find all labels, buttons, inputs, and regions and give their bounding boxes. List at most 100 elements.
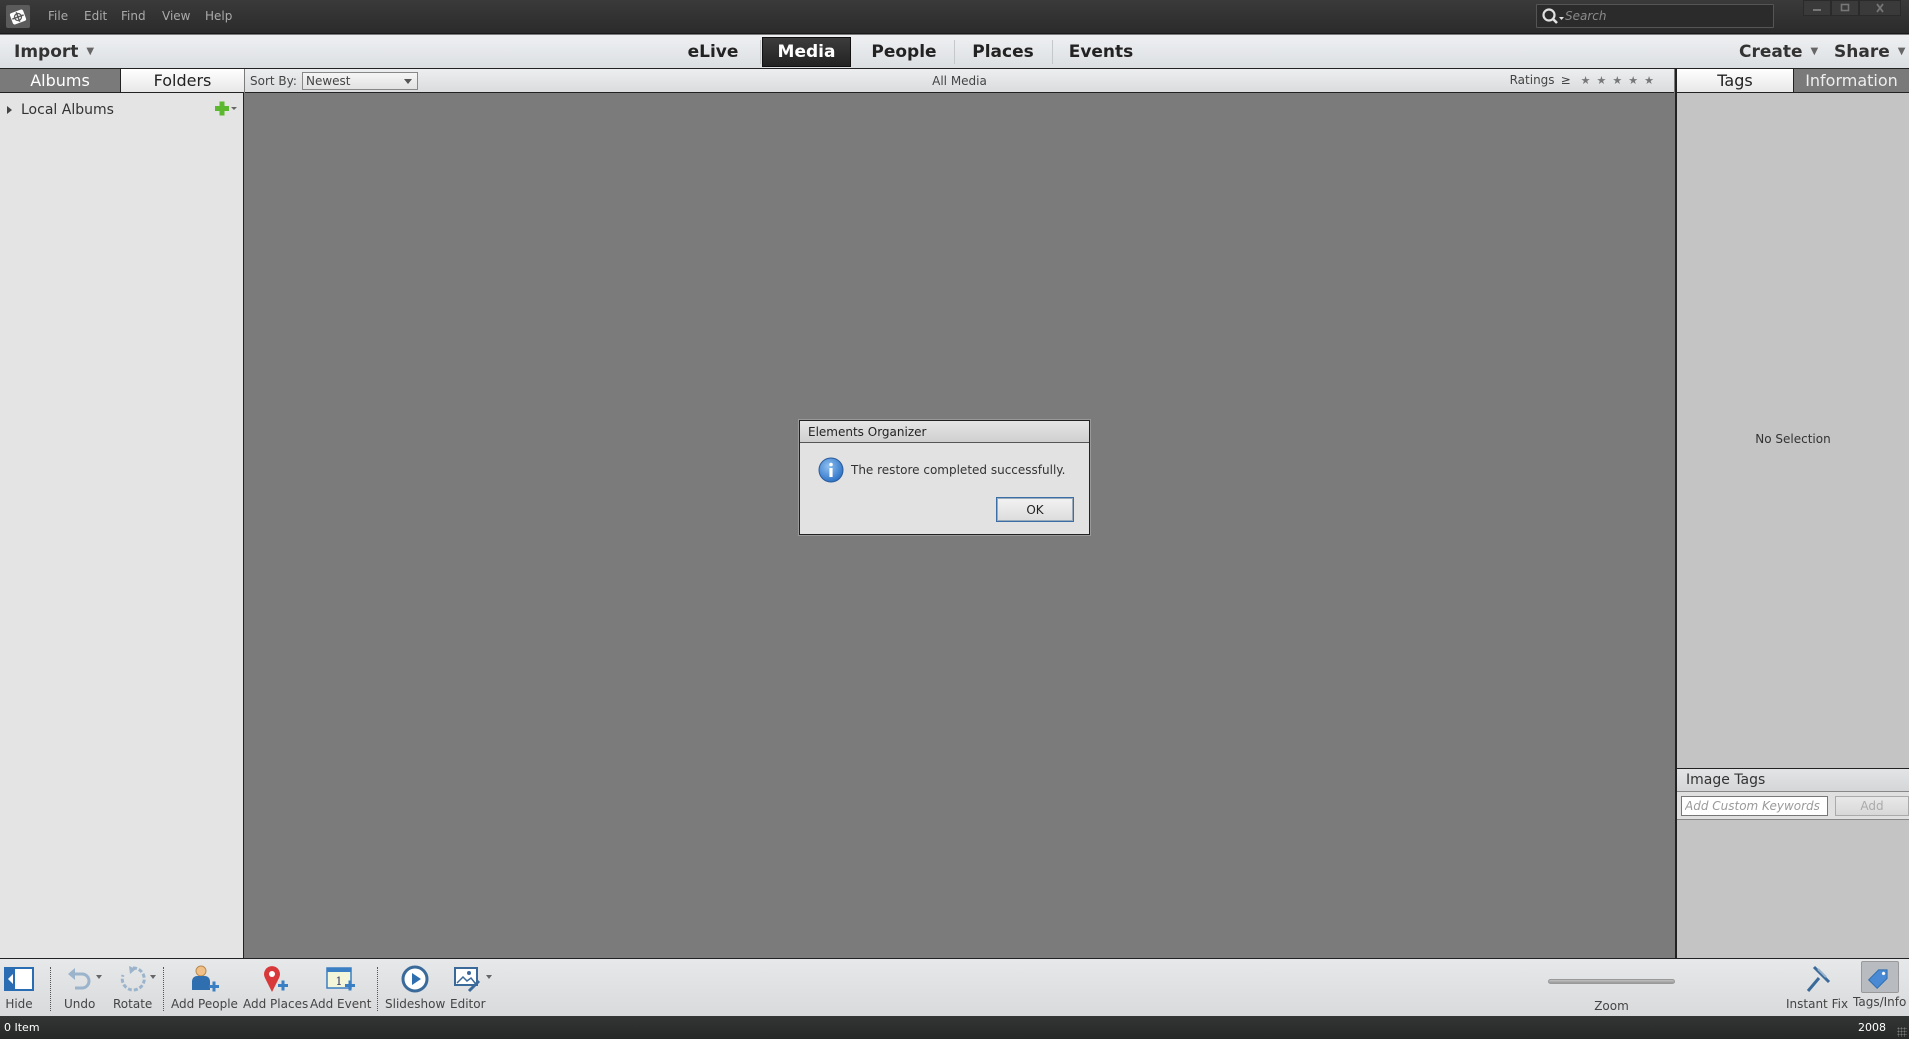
tree-item-label: Local Albums (21, 102, 114, 118)
ratings-filter: Ratings ≥ ★ ★ ★ ★ ★ (1510, 73, 1654, 87)
expand-triangle-icon[interactable] (7, 106, 12, 114)
toolbar-divider (163, 967, 164, 1011)
dialog-message: The restore completed successfully. (851, 463, 1066, 477)
rotate-label: Rotate (113, 997, 153, 1011)
elements-organizer-window: File Edit Find View Help Import ▼ eLive M… (0, 0, 1909, 1039)
info-panel: Tags Information No Selection Image Tags… (1675, 69, 1909, 958)
ratings-operator[interactable]: ≥ (1561, 73, 1571, 87)
tab-tags[interactable]: Tags (1677, 69, 1794, 93)
tab-media[interactable]: Media (762, 37, 851, 67)
nav-bar: Import ▼ eLive Media People Places Events… (0, 35, 1909, 69)
plus-icon (215, 101, 237, 116)
timeline-year: 2008 (1858, 1021, 1886, 1034)
close-button[interactable] (1859, 0, 1901, 16)
event-number: 1 (335, 975, 342, 988)
toolbar-divider (377, 967, 378, 1011)
tab-places[interactable]: Places (956, 37, 1050, 67)
maximize-button[interactable] (1831, 0, 1859, 16)
tab-events[interactable]: Events (1054, 37, 1148, 67)
tab-people[interactable]: People (857, 37, 951, 67)
add-event-button[interactable]: 1 Add Event (310, 963, 371, 1011)
star-icon[interactable]: ★ (1628, 74, 1638, 87)
add-people-icon (188, 963, 220, 995)
menu-file[interactable]: File (48, 9, 68, 23)
menu-view[interactable]: View (162, 9, 190, 23)
slideshow-label: Slideshow (385, 997, 446, 1011)
menu-find[interactable]: Find (121, 9, 146, 23)
share-label: Share (1834, 42, 1890, 62)
add-places-icon (261, 963, 291, 995)
custom-keywords-input[interactable] (1681, 796, 1828, 816)
menu-help[interactable]: Help (205, 9, 232, 23)
maximize-icon (1840, 3, 1850, 12)
star-icon[interactable]: ★ (1581, 74, 1591, 87)
zoom-label: Zoom (1594, 999, 1629, 1013)
resize-grip-icon[interactable] (1897, 1027, 1907, 1037)
zoom-slider[interactable] (1548, 979, 1675, 984)
add-people-button[interactable]: Add People (171, 963, 238, 1011)
editor-label: Editor (450, 997, 486, 1011)
instant-fix-button[interactable]: Instant Fix (1786, 963, 1848, 1011)
tree-item-local-albums[interactable]: Local Albums (5, 101, 114, 119)
import-button[interactable]: Import ▼ (14, 42, 94, 62)
toolbar-divider (50, 967, 51, 1011)
add-event-label: Add Event (310, 997, 372, 1011)
slideshow-icon (400, 963, 430, 995)
minimize-button[interactable] (1803, 0, 1831, 16)
chevron-down-icon: ▼ (86, 46, 95, 57)
tags-info-button[interactable]: Tags/Info (1853, 961, 1906, 1009)
tab-information[interactable]: Information (1794, 69, 1909, 93)
item-count: 0 Item (4, 1021, 40, 1034)
star-icon[interactable]: ★ (1644, 74, 1654, 87)
import-label: Import (14, 42, 79, 62)
albums-panel: Albums Folders Local Albums (0, 69, 244, 958)
hide-label: Hide (5, 997, 33, 1011)
chevron-down-icon (485, 975, 492, 979)
media-sub-bar: Sort By: Newest All Media Ratings ≥ ★ ★ … (245, 69, 1674, 93)
minimize-icon (1813, 9, 1821, 11)
hide-panel-icon (4, 963, 34, 995)
tags-info-label: Tags/Info (1853, 995, 1907, 1009)
status-bar: 0 Item 2008 (0, 1016, 1909, 1039)
editor-button[interactable]: Editor (450, 963, 492, 1011)
hide-button[interactable]: Hide (4, 963, 34, 1011)
dialog-title: Elements Organizer (800, 421, 1089, 443)
add-event-icon: 1 (325, 963, 357, 995)
tab-folders[interactable]: Folders (121, 69, 244, 93)
app-logo-icon[interactable] (6, 5, 30, 28)
add-places-button[interactable]: Add Places (243, 963, 308, 1011)
search-input[interactable] (1565, 7, 1765, 25)
create-button[interactable]: Create ▼ (1739, 42, 1818, 62)
title-bar: File Edit Find View Help (0, 0, 1909, 34)
star-icon[interactable]: ★ (1612, 74, 1622, 87)
image-tags-row: Add (1677, 792, 1909, 820)
chevron-down-icon (95, 975, 102, 979)
chevron-down-icon (149, 975, 156, 979)
info-icon (818, 457, 844, 483)
ratings-label: Ratings (1509, 73, 1555, 87)
add-keyword-button[interactable]: Add (1835, 796, 1909, 816)
no-selection-message: No Selection (1755, 432, 1831, 446)
image-tags-header: Image Tags (1677, 768, 1909, 792)
add-album-button[interactable] (211, 99, 239, 119)
instant-fix-icon (1802, 963, 1832, 995)
search-box[interactable] (1536, 4, 1774, 28)
tab-albums[interactable]: Albums (0, 69, 121, 93)
menu-edit[interactable]: Edit (84, 9, 107, 23)
search-icon[interactable] (1541, 7, 1567, 27)
undo-icon (67, 963, 102, 995)
create-label: Create (1739, 42, 1803, 62)
tab-divider (760, 40, 761, 64)
undo-label: Undo (64, 997, 96, 1011)
add-people-label: Add People (171, 997, 238, 1011)
slideshow-button[interactable]: Slideshow (385, 963, 445, 1011)
rotate-button[interactable]: Rotate (113, 963, 156, 1011)
restore-complete-dialog: Elements Organizer The restore completed… (799, 420, 1090, 535)
tab-divider (954, 40, 955, 64)
tab-elive[interactable]: eLive (676, 37, 750, 67)
star-icon[interactable]: ★ (1597, 74, 1607, 87)
undo-button[interactable]: Undo (64, 963, 102, 1011)
chevron-down-icon: ▼ (1897, 46, 1906, 57)
share-button[interactable]: Share ▼ (1834, 42, 1905, 62)
ok-button[interactable]: OK (996, 497, 1074, 522)
